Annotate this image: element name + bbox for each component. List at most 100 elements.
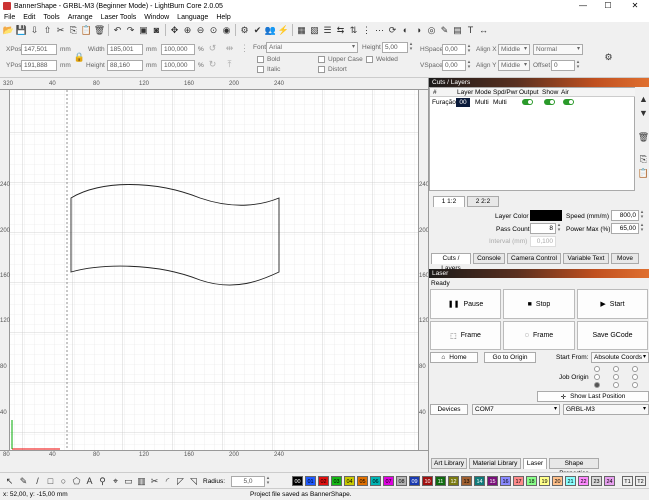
menu-file[interactable]: File [0, 14, 19, 21]
lock-icon[interactable]: 🔒 [74, 52, 85, 62]
upper-case-checkbox[interactable] [318, 56, 325, 63]
move-down-icon[interactable]: ▼ [639, 108, 649, 118]
palette-swatch-05[interactable]: 05 [357, 476, 368, 486]
import-icon[interactable]: ⇩ [30, 25, 40, 35]
align-y-select[interactable]: Middle [498, 60, 530, 71]
radius-field[interactable]: 5,0 [231, 476, 265, 487]
origin-radio-bc[interactable] [613, 382, 619, 388]
palette-swatch-07[interactable]: 07 [383, 476, 394, 486]
stop-button[interactable]: ■ Stop [503, 289, 575, 319]
paste-layer-icon[interactable]: 📋 [638, 168, 649, 178]
flip-icon[interactable]: ⇆ [336, 25, 346, 35]
port-select[interactable]: COM7 [472, 404, 560, 415]
tab-variable-text[interactable]: Variable Text [563, 253, 609, 264]
device-select[interactable]: GRBL-M3 [563, 404, 649, 415]
gear-icon[interactable]: ⚙ [604, 52, 614, 62]
ypos-field[interactable]: 191,888 [21, 60, 57, 71]
radius-stepper[interactable]: ▴ ▾ [265, 476, 271, 487]
palette-swatch-13[interactable]: 13 [461, 476, 472, 486]
origin-radio-tl[interactable] [594, 366, 600, 372]
palette-swatch-14[interactable]: 14 [474, 476, 485, 486]
start-button[interactable]: ▶ Start [577, 289, 648, 319]
rectangle-icon[interactable]: □ [46, 476, 56, 486]
save-gcode-button[interactable]: Save GCode [577, 321, 648, 350]
show-last-position-button[interactable]: ✛ Show Last Position [537, 391, 649, 402]
devices-button[interactable]: Devices [430, 404, 468, 415]
weld-icon[interactable]: ◐ [401, 25, 411, 35]
hspace-stepper[interactable]: ▴ ▾ [466, 44, 472, 55]
nudge-icon[interactable]: ▤ [453, 25, 463, 35]
zoom-out-icon[interactable]: ⊖ [196, 25, 206, 35]
start-from-select[interactable]: Absolute Coords [591, 352, 649, 363]
hspace-field[interactable]: 0,00 [442, 44, 466, 55]
ellipse-icon[interactable]: ○ [59, 476, 69, 486]
font-height-field[interactable]: 5,00 [382, 42, 408, 53]
rotate-left-icon[interactable]: ↺ [208, 43, 218, 53]
palette-swatch-01[interactable]: 01 [305, 476, 316, 486]
minimize-button[interactable]: — [572, 0, 594, 12]
palette-swatch-22[interactable]: 22 [578, 476, 589, 486]
text-tool-icon[interactable]: A [85, 476, 95, 486]
tab-shape-properties[interactable]: Shape Properties [549, 458, 599, 477]
tab-art-library[interactable]: Art Library [431, 458, 467, 469]
optimize-icon[interactable]: ✔ [253, 25, 263, 35]
menu-window[interactable]: Window [140, 14, 173, 21]
origin-radio-bl[interactable] [594, 382, 600, 388]
palette-swatch-02[interactable]: 02 [318, 476, 329, 486]
measure-icon[interactable]: ↔ [479, 25, 489, 35]
save-icon[interactable]: 💾 [16, 25, 27, 35]
palette-swatch-00[interactable]: 00 [292, 476, 303, 486]
position-icon[interactable]: ⚲ [98, 476, 108, 486]
palette-swatch-23[interactable]: 23 [591, 476, 602, 486]
pause-button[interactable]: ❚❚ Pause [430, 289, 501, 319]
layer-subtab-2[interactable]: 2 2:2 [467, 196, 499, 207]
measure-tool-icon[interactable]: ⌖ [111, 476, 121, 486]
italic-checkbox[interactable] [257, 66, 264, 73]
origin-radio-tr[interactable] [632, 366, 638, 372]
circular-array-icon[interactable]: ⟳ [388, 25, 398, 35]
menu-tools[interactable]: Tools [39, 14, 63, 21]
air-toggle[interactable] [563, 99, 574, 105]
palette-swatch-08[interactable]: 08 [396, 476, 407, 486]
palette-swatch-06[interactable]: 06 [370, 476, 381, 486]
vspace-field[interactable]: 0,00 [442, 60, 466, 71]
array-icon[interactable]: ⋯ [375, 25, 385, 35]
copy-icon[interactable]: ⎘ [69, 25, 79, 35]
palette-swatch-24[interactable]: 24 [604, 476, 615, 486]
text-mode-select[interactable]: Normal [533, 44, 583, 55]
width-field[interactable]: 185,001 [107, 44, 143, 55]
home-button[interactable]: ⌂ Home [430, 352, 478, 363]
output-toggle[interactable] [522, 99, 533, 105]
palette-swatch-03[interactable]: 03 [331, 476, 342, 486]
ungroup-icon[interactable]: ▧ [310, 25, 320, 35]
palette-swatch-17[interactable]: 17 [513, 476, 524, 486]
tab-laser[interactable]: Laser [523, 458, 547, 469]
zoom-in-icon[interactable]: ⊕ [183, 25, 193, 35]
delete-layer-icon[interactable]: 🗑 [638, 132, 649, 142]
group-icon[interactable]: ▦ [297, 25, 307, 35]
tab-tool-icon[interactable]: ▥ [137, 476, 147, 486]
offset-stepper[interactable]: ▴ ▾ [575, 60, 581, 71]
font-select[interactable]: Arial [266, 42, 358, 53]
line-icon[interactable]: / [33, 476, 43, 486]
copy-layer-icon[interactable]: ⎘ [639, 154, 649, 164]
settings-icon[interactable]: ⚙ [240, 25, 250, 35]
pass-count-field[interactable]: 8 [530, 223, 556, 234]
mirror-h-icon[interactable]: ⇹ [225, 43, 235, 53]
move-icon[interactable]: ✥ [170, 25, 180, 35]
height-field[interactable]: 88,160 [107, 60, 143, 71]
palette-swatch-21[interactable]: 21 [565, 476, 576, 486]
power-field[interactable]: 65,00 [611, 223, 639, 234]
palette-swatch-11[interactable]: 11 [435, 476, 446, 486]
font-height-stepper[interactable]: ▴ ▾ [408, 42, 414, 53]
speed-field[interactable]: 800,0 [611, 210, 639, 221]
zoom-window-icon[interactable]: ⊙ [209, 25, 219, 35]
cut-shapes-icon[interactable]: ✂ [150, 476, 160, 486]
rotate-right-icon[interactable]: ↻ [208, 59, 218, 69]
palette-swatch-20[interactable]: 20 [552, 476, 563, 486]
fillet-icon[interactable]: ◜ [163, 476, 173, 486]
tab-move[interactable]: Move [611, 253, 639, 264]
select-icon[interactable]: ↖ [5, 476, 15, 486]
pass-count-stepper[interactable]: ▴ ▾ [556, 223, 562, 234]
tab-console[interactable]: Console [473, 253, 505, 264]
